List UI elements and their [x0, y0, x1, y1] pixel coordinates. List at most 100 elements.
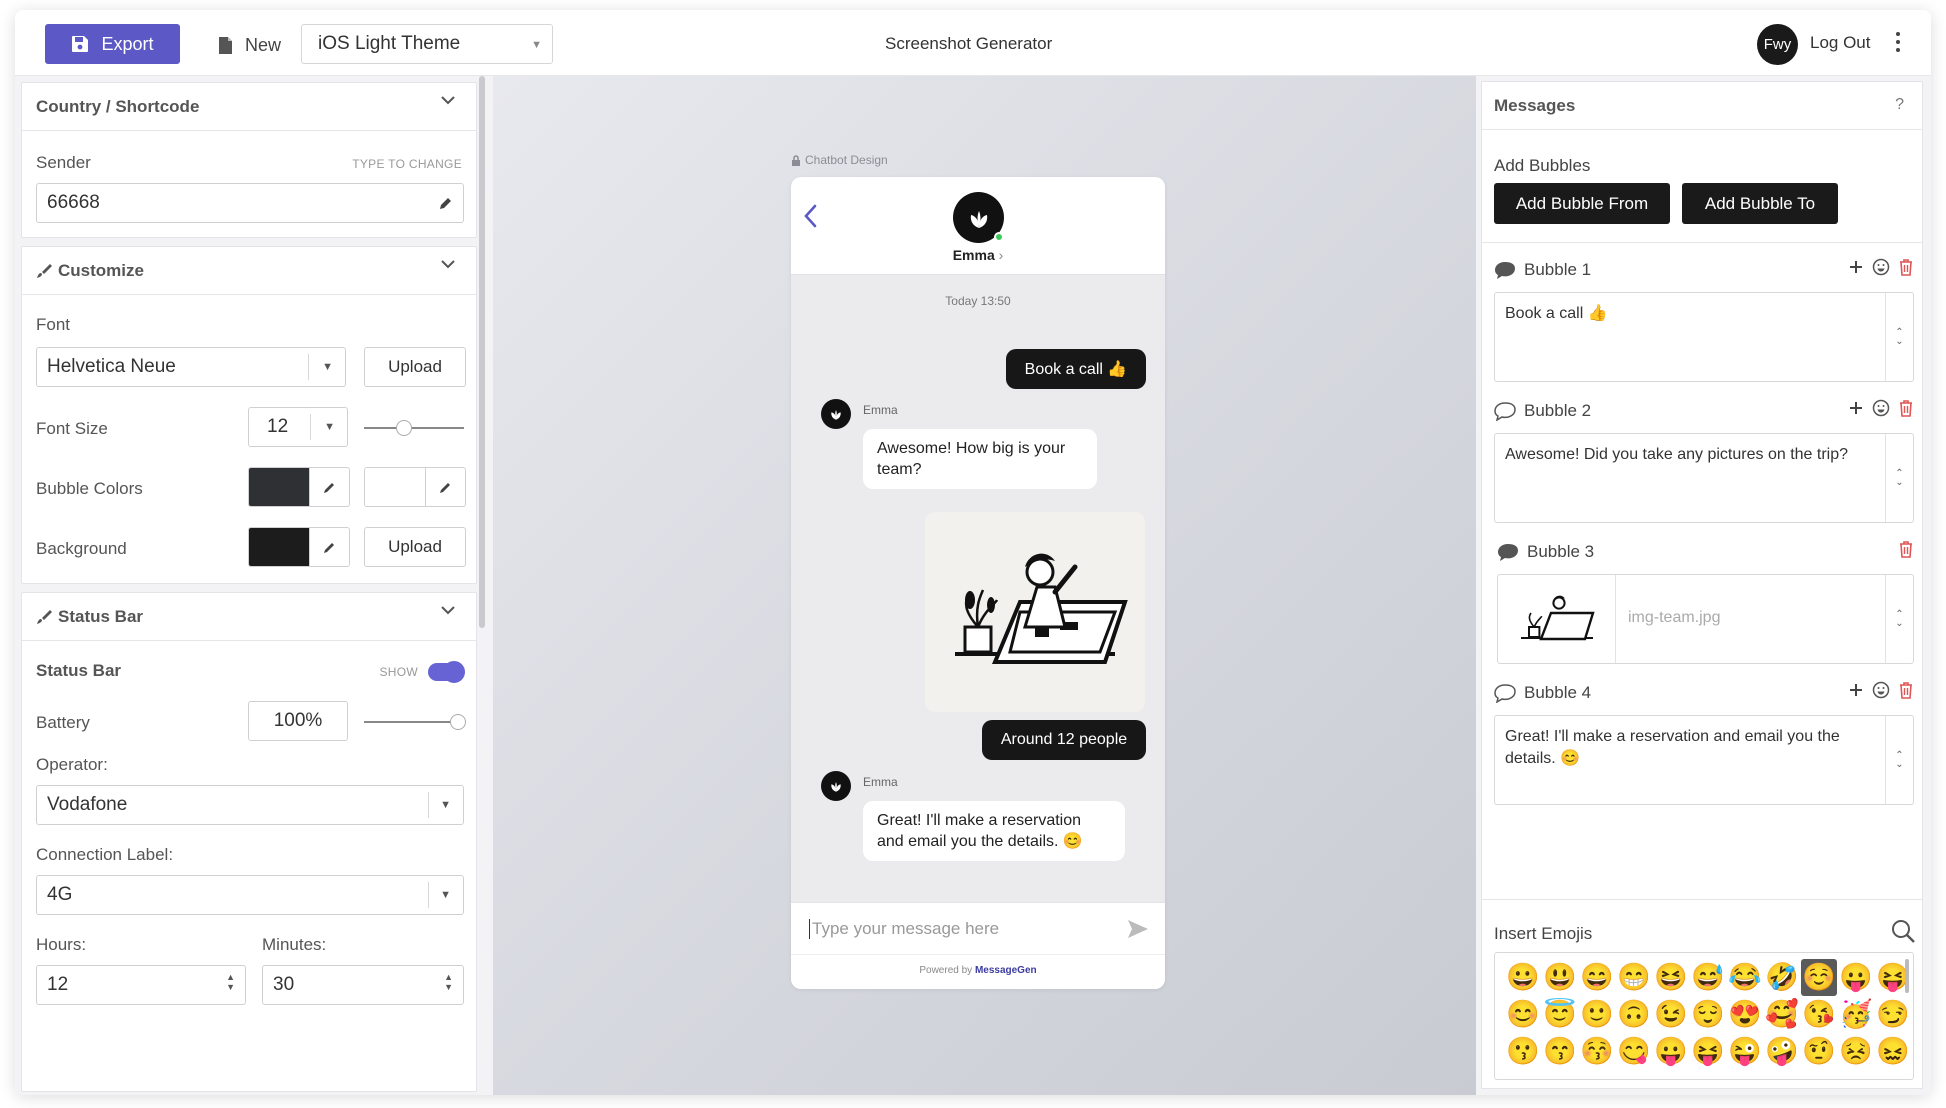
emoji-option[interactable]: 😊: [1505, 996, 1541, 1033]
reorder-arrows-icon[interactable]: ⌃ ⌄: [1885, 434, 1913, 522]
emoji-option[interactable]: ☺️: [1801, 959, 1837, 996]
bubble-color-to-picker[interactable]: [364, 467, 466, 507]
emoji-option[interactable]: 😣: [1838, 1033, 1874, 1070]
country-card: Country / Shortcode Sender TYPE TO CHANG…: [21, 82, 477, 238]
insert-emojis-label: Insert Emojis: [1494, 924, 1593, 943]
brush-icon: [37, 263, 52, 278]
plus-icon[interactable]: [1848, 400, 1864, 416]
messages-title: Messages: [1494, 95, 1576, 115]
reorder-arrows-icon[interactable]: ⌃ ⌄: [1885, 716, 1913, 804]
operator-select[interactable]: Vodafone ▼: [36, 785, 464, 825]
more-menu-icon[interactable]: [1893, 30, 1903, 56]
stepper-arrows-icon[interactable]: ▲ ▼: [226, 972, 235, 992]
chevron-down-icon: ▼: [440, 889, 451, 901]
font-size-slider[interactable]: [364, 420, 464, 436]
emoji-option[interactable]: 😄: [1579, 959, 1615, 996]
bubble-4-text: Great! I'll make a reservation and email…: [1505, 728, 1840, 767]
emoji-icon[interactable]: [1872, 399, 1890, 417]
bubble-1-textarea[interactable]: Book a call 👍 ⌃ ⌄: [1494, 292, 1914, 382]
help-icon[interactable]: ?: [1895, 96, 1904, 114]
emoji-option[interactable]: 😆: [1653, 959, 1689, 996]
battery-slider[interactable]: [364, 714, 466, 730]
country-header[interactable]: Country / Shortcode: [22, 83, 476, 131]
reorder-arrows-icon[interactable]: ⌃ ⌄: [1885, 575, 1913, 663]
settings-scrollbar[interactable]: [479, 76, 485, 628]
stepper-arrows-icon[interactable]: ▲ ▼: [444, 972, 453, 992]
customize-header[interactable]: Customize: [22, 247, 476, 295]
user-avatar[interactable]: Fwy: [1757, 24, 1798, 65]
send-icon[interactable]: [1127, 919, 1149, 939]
emoji-option[interactable]: 🥰: [1764, 996, 1800, 1033]
emoji-option[interactable]: 🤨: [1801, 1033, 1837, 1070]
emoji-option[interactable]: 😌: [1690, 996, 1726, 1033]
speech-bubble-filled-icon: [1498, 544, 1518, 561]
trash-icon[interactable]: [1898, 540, 1914, 558]
emoji-option[interactable]: 😋: [1616, 1033, 1652, 1070]
status-bar-header[interactable]: Status Bar: [22, 593, 476, 641]
font-size-slider-handle[interactable]: [396, 420, 412, 436]
emoji-option[interactable]: 😛: [1653, 1033, 1689, 1070]
message-input[interactable]: Type your message here: [791, 902, 1165, 954]
emoji-icon[interactable]: [1872, 681, 1890, 699]
emoji-option[interactable]: 😚: [1579, 1033, 1615, 1070]
operator-label: Operator:: [36, 755, 108, 774]
trash-icon[interactable]: [1898, 681, 1914, 699]
font-select[interactable]: Helvetica Neue ▼: [36, 347, 346, 387]
add-bubble-from-button[interactable]: Add Bubble From: [1494, 183, 1670, 224]
emoji-option[interactable]: 😘: [1801, 996, 1837, 1033]
plus-icon[interactable]: [1848, 259, 1864, 275]
trash-icon[interactable]: [1898, 399, 1914, 417]
background-upload-button[interactable]: Upload: [364, 527, 466, 567]
country-title: Country / Shortcode: [36, 96, 200, 116]
emoji-option[interactable]: 🙃: [1616, 996, 1652, 1033]
plus-icon[interactable]: [1848, 682, 1864, 698]
emoji-option[interactable]: 😏: [1875, 996, 1911, 1033]
emoji-option[interactable]: 😗: [1505, 1033, 1541, 1070]
emoji-option[interactable]: 😂: [1727, 959, 1763, 996]
emoji-option[interactable]: 😃: [1542, 959, 1578, 996]
emoji-option[interactable]: 😀: [1505, 959, 1541, 996]
emoji-option[interactable]: 😇: [1542, 996, 1578, 1033]
emoji-option[interactable]: 😍: [1727, 996, 1763, 1033]
search-icon[interactable]: [1890, 918, 1916, 944]
bubble-2-textarea[interactable]: Awesome! Did you take any pictures on th…: [1494, 433, 1914, 523]
reorder-arrows-icon[interactable]: ⌃ ⌄: [1885, 293, 1913, 381]
emoji-option[interactable]: 🙂: [1579, 996, 1615, 1033]
connection-select[interactable]: 4G ▼: [36, 875, 464, 915]
export-button[interactable]: Export: [45, 24, 180, 64]
bubble-3-image-field[interactable]: img-team.jpg ⌃ ⌄: [1497, 574, 1914, 664]
background-color-swatch: [249, 528, 309, 566]
emoji-option[interactable]: 😛: [1838, 959, 1874, 996]
add-bubble-to-button[interactable]: Add Bubble To: [1682, 183, 1838, 224]
emoji-option[interactable]: 🤪: [1764, 1033, 1800, 1070]
emoji-option[interactable]: 😁: [1616, 959, 1652, 996]
emoji-option[interactable]: 😜: [1727, 1033, 1763, 1070]
bubble-color-from-picker[interactable]: [248, 467, 350, 507]
emoji-option[interactable]: 🤣: [1764, 959, 1800, 996]
emoji-option[interactable]: 😅: [1690, 959, 1726, 996]
status-bar-toggle[interactable]: [428, 661, 465, 683]
chevron-down-icon: [441, 260, 455, 269]
theme-select[interactable]: iOS Light Theme ▼: [301, 24, 553, 64]
background-color-picker[interactable]: [248, 527, 350, 567]
emoji-icon[interactable]: [1872, 258, 1890, 276]
font-upload-button[interactable]: Upload: [364, 347, 466, 387]
font-size-select[interactable]: 12 ▼: [248, 407, 348, 447]
hours-stepper[interactable]: 12 ▲ ▼: [36, 965, 246, 1005]
bubble-4-textarea[interactable]: Great! I'll make a reservation and email…: [1494, 715, 1914, 805]
emoji-grid-scrollbar[interactable]: [1905, 959, 1909, 993]
emoji-option[interactable]: 😙: [1542, 1033, 1578, 1070]
emoji-option[interactable]: 😉: [1653, 996, 1689, 1033]
trash-icon[interactable]: [1898, 258, 1914, 276]
minutes-stepper[interactable]: 30 ▲ ▼: [262, 965, 464, 1005]
emoji-option[interactable]: 😝: [1690, 1033, 1726, 1070]
emoji-option[interactable]: 😖: [1875, 1033, 1911, 1070]
battery-slider-handle[interactable]: [450, 714, 466, 730]
contact-name[interactable]: Emma ›: [791, 247, 1165, 263]
sender-input[interactable]: 66668: [36, 183, 464, 223]
new-button[interactable]: New: [218, 32, 281, 58]
logout-link[interactable]: Log Out: [1810, 33, 1871, 53]
battery-input[interactable]: 100%: [248, 701, 348, 741]
emoji-option[interactable]: 🥳: [1838, 996, 1874, 1033]
back-arrow-icon[interactable]: [803, 203, 819, 229]
